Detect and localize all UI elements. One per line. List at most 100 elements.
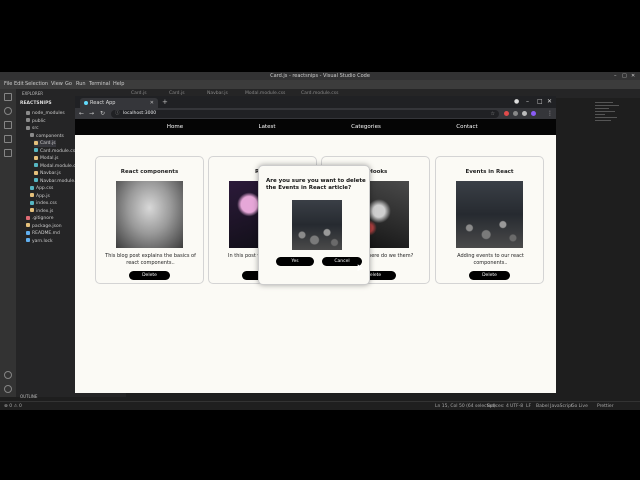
extension-red-icon[interactable] — [504, 111, 509, 116]
info-icon[interactable]: ⓘ — [115, 110, 120, 118]
delete-button[interactable]: Delete — [129, 271, 170, 280]
file-icon — [34, 155, 38, 160]
menu-view[interactable]: View — [51, 80, 63, 89]
language-status[interactable]: Babel JavaScript — [536, 402, 573, 410]
card-image — [116, 181, 183, 248]
file-tree-item[interactable]: Modal.module.css — [34, 163, 80, 170]
reload-icon[interactable]: ↻ — [100, 108, 105, 119]
extensions-icon[interactable] — [4, 149, 12, 157]
file-tree-item[interactable]: Card.js — [34, 140, 56, 147]
card-description: Adding events to our react components.. — [457, 253, 524, 266]
nav-contact[interactable]: Contact — [456, 119, 477, 135]
file-tree-item[interactable]: README.md — [26, 230, 60, 237]
card-description: This blog post explains the basics of re… — [105, 253, 196, 266]
file-tree-label: Modal.js — [40, 156, 59, 161]
file-tree-item[interactable]: public — [26, 118, 46, 125]
delete-button[interactable]: Delete — [469, 271, 510, 280]
file-tree-label: index.js — [36, 208, 54, 214]
encoding-status[interactable]: UTF-8 — [510, 402, 523, 410]
file-tree-item[interactable]: Card.module.css — [34, 148, 77, 155]
explorer-header: EXPLORER — [22, 91, 43, 96]
nav-latest[interactable]: Latest — [259, 119, 276, 135]
file-tree-label: yarn.lock — [32, 238, 53, 244]
file-icon — [26, 215, 30, 220]
address-bar[interactable]: ⓘ localhost:3000 ☆ — [111, 110, 499, 118]
address-bar-row: ← → ↻ ⓘ localhost:3000 ☆ ⋮ — [75, 108, 556, 119]
url-text[interactable]: localhost:3000 — [123, 110, 156, 118]
file-tree-label: node_modules — [32, 111, 65, 116]
file-tree-label: src — [32, 126, 39, 131]
browser-minimize-icon[interactable]: – — [526, 96, 529, 108]
file-tree-item[interactable]: Navbar.js — [34, 170, 61, 177]
browser-tab-title: React App — [90, 100, 116, 106]
browser-menu-icon[interactable]: ⋮ — [547, 108, 553, 119]
file-tree-item[interactable]: App.js — [30, 193, 50, 200]
project-folder[interactable]: REACTSNIPS — [20, 101, 52, 106]
menu-file[interactable]: File — [4, 80, 12, 89]
forward-icon[interactable]: → — [89, 108, 94, 119]
file-tree-item[interactable]: components — [30, 133, 64, 140]
new-tab-icon[interactable]: + — [162, 97, 168, 107]
file-tree-item[interactable]: yarn.lock — [26, 238, 53, 245]
yes-button[interactable]: Yes — [276, 257, 314, 266]
file-icon — [30, 193, 34, 197]
file-tree-item[interactable]: Modal.js — [34, 155, 59, 162]
gear-icon[interactable] — [4, 385, 12, 393]
vscode-title-bar: Card.js - reactsnips - Visual Studio Cod… — [0, 72, 640, 80]
back-icon[interactable]: ← — [79, 108, 84, 119]
profile-icon[interactable]: ● — [514, 96, 519, 108]
vscode-status-bar: ⊗ 0 ⚠ 0 Ln 15, Col 50 (64 selected) Spac… — [0, 401, 640, 410]
card-title: Events in React — [465, 169, 514, 175]
bookmark-star-icon[interactable]: ☆ — [491, 110, 495, 118]
menu-help[interactable]: Help — [113, 80, 124, 89]
maximize-icon[interactable]: □ — [622, 72, 627, 80]
nav-home[interactable]: Home — [167, 119, 183, 135]
browser-tab[interactable]: React App ✕ — [80, 98, 158, 108]
menu-edit[interactable]: Edit — [14, 80, 24, 89]
run-debug-icon[interactable] — [4, 135, 12, 143]
file-tree-item[interactable]: index.css — [30, 200, 57, 207]
go-live-status[interactable]: Go Live — [571, 402, 588, 410]
card-title: React components — [120, 169, 179, 175]
outline-section[interactable]: OUTLINE — [20, 394, 37, 399]
file-tree-label: Navbar.js — [40, 171, 61, 176]
file-icon — [26, 118, 30, 122]
extension-gray-icon[interactable] — [513, 111, 518, 116]
nav-categories[interactable]: Categories — [351, 119, 381, 135]
file-tree-label: README.md — [32, 231, 60, 236]
card-image — [456, 181, 523, 248]
eol-status[interactable]: LF — [526, 402, 531, 410]
close-icon[interactable]: ✕ — [631, 72, 635, 80]
minimap[interactable] — [595, 100, 625, 140]
extensions-puzzle-icon[interactable] — [522, 111, 527, 116]
file-tree-item[interactable]: index.js — [30, 208, 53, 215]
browser-tab-strip: React App ✕ + ● – □ ✕ — [75, 96, 556, 108]
file-tree-label: components — [36, 133, 64, 139]
files-icon[interactable] — [4, 93, 12, 101]
account-icon[interactable] — [4, 371, 12, 379]
file-tree-label: package.json — [32, 223, 62, 229]
file-icon — [26, 125, 30, 130]
tab-close-icon[interactable]: ✕ — [150, 98, 154, 108]
file-tree-item[interactable]: .gitignore — [26, 215, 54, 222]
app-navbar: Home Latest Categories Contact — [75, 119, 556, 135]
problems-indicator[interactable]: ⊗ 0 ⚠ 0 — [4, 402, 22, 410]
menu-terminal[interactable]: Terminal — [89, 80, 110, 89]
indentation-status[interactable]: Spaces: 4 — [487, 402, 509, 410]
file-tree-item[interactable]: package.json — [26, 223, 62, 230]
confirm-delete-modal: Are you sure you want to delete the Even… — [258, 165, 370, 285]
profile-avatar-icon[interactable] — [531, 111, 536, 116]
file-tree-item[interactable]: App.css — [30, 185, 53, 192]
minimize-icon[interactable]: – — [614, 72, 617, 80]
file-tree-item[interactable]: src — [26, 125, 39, 132]
file-icon — [30, 133, 34, 137]
source-control-icon[interactable] — [4, 121, 12, 129]
prettier-status[interactable]: Prettier — [597, 402, 614, 410]
search-icon[interactable] — [4, 107, 12, 115]
browser-close-icon[interactable]: ✕ — [547, 96, 552, 108]
browser-maximize-icon[interactable]: □ — [537, 96, 543, 108]
menu-selection[interactable]: Selection — [25, 80, 48, 89]
menu-run[interactable]: Run — [76, 80, 86, 89]
file-tree-item[interactable]: node_modules — [26, 110, 65, 117]
menu-go[interactable]: Go — [65, 80, 72, 89]
